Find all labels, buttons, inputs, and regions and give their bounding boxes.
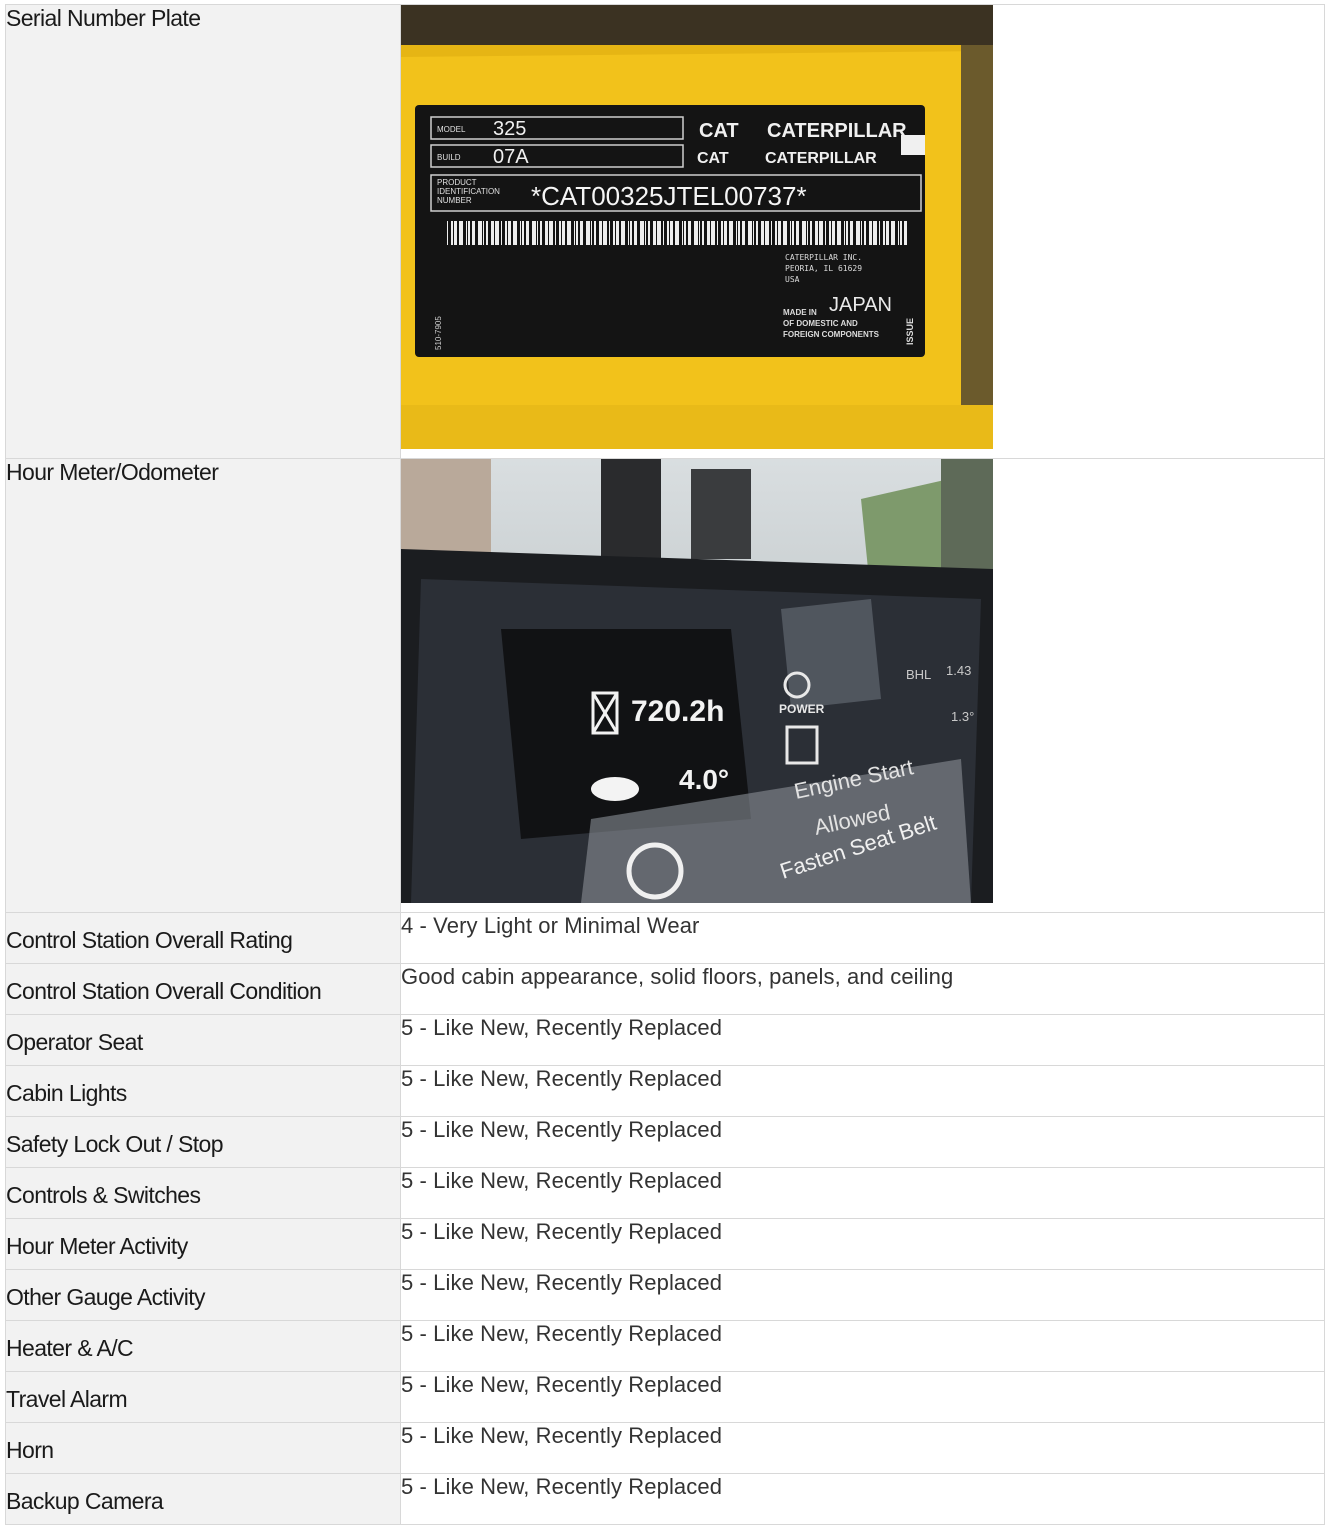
row-label: Operator Seat (5, 1014, 401, 1066)
svg-text:PRODUCT: PRODUCT (437, 178, 477, 187)
row-label: Backup Camera (5, 1473, 401, 1525)
inspection-table: Serial Number Plate MODEL 325 BUILD 07A (5, 4, 1325, 1525)
svg-text:IDENTIFICATION: IDENTIFICATION (437, 187, 500, 196)
row-value: 5 - Like New, Recently Replaced (400, 1422, 1325, 1474)
svg-text:07A: 07A (493, 146, 529, 168)
table-row: Control Station Overall Condition Good c… (5, 963, 1325, 1015)
svg-text:510-7905: 510-7905 (434, 316, 443, 350)
row-label: Travel Alarm (5, 1371, 401, 1423)
image-cell: MODEL 325 BUILD 07A CAT CAT CATERPILLAR … (400, 4, 1325, 459)
table-row: Horn 5 - Like New, Recently Replaced (5, 1422, 1325, 1474)
row-label: Controls & Switches (5, 1167, 401, 1219)
svg-text:CATERPILLAR: CATERPILLAR (767, 120, 907, 142)
svg-text:POWER: POWER (779, 702, 825, 716)
row-value: 5 - Like New, Recently Replaced (400, 1014, 1325, 1066)
row-value: 5 - Like New, Recently Replaced (400, 1116, 1325, 1168)
row-value: 5 - Like New, Recently Replaced (400, 1473, 1325, 1525)
svg-text:BHL: BHL (906, 667, 931, 682)
table-row: Heater & A/C 5 - Like New, Recently Repl… (5, 1320, 1325, 1372)
table-row: Safety Lock Out / Stop 5 - Like New, Rec… (5, 1116, 1325, 1168)
svg-text:PEORIA, IL 61629: PEORIA, IL 61629 (785, 264, 862, 273)
row-label: Control Station Overall Condition (5, 963, 401, 1015)
row-label: Serial Number Plate (5, 4, 401, 459)
row-label: Hour Meter/Odometer (5, 458, 401, 913)
svg-text:JAPAN: JAPAN (829, 294, 892, 316)
row-label: Control Station Overall Rating (5, 912, 401, 964)
row-label: Other Gauge Activity (5, 1269, 401, 1321)
table-row: Travel Alarm 5 - Like New, Recently Repl… (5, 1371, 1325, 1423)
row-label: Safety Lock Out / Stop (5, 1116, 401, 1168)
svg-text:OF DOMESTIC AND: OF DOMESTIC AND (783, 319, 858, 328)
hour-meter-photo[interactable]: 720.2h 4.0° POWER BHL 1.43 1.3° Engine S… (401, 459, 993, 903)
table-row: Controls & Switches 5 - Like New, Recent… (5, 1167, 1325, 1219)
svg-text:MADE IN: MADE IN (783, 308, 817, 317)
svg-text:720.2h: 720.2h (631, 695, 724, 728)
row-value: 5 - Like New, Recently Replaced (400, 1371, 1325, 1423)
svg-text:1.43: 1.43 (946, 663, 971, 678)
table-row: Control Station Overall Rating 4 - Very … (5, 912, 1325, 964)
svg-text:BUILD: BUILD (437, 153, 461, 162)
row-label: Hour Meter Activity (5, 1218, 401, 1270)
table-row: Other Gauge Activity 5 - Like New, Recen… (5, 1269, 1325, 1321)
svg-text:USA: USA (785, 275, 800, 284)
svg-text:MODEL: MODEL (437, 125, 466, 134)
table-row: Backup Camera 5 - Like New, Recently Rep… (5, 1473, 1325, 1525)
table-row: Hour Meter Activity 5 - Like New, Recent… (5, 1218, 1325, 1270)
svg-text:1.3°: 1.3° (951, 709, 974, 724)
row-value: 5 - Like New, Recently Replaced (400, 1218, 1325, 1270)
svg-text:4.0°: 4.0° (679, 764, 729, 795)
table-row: Cabin Lights 5 - Like New, Recently Repl… (5, 1065, 1325, 1117)
svg-text:*CAT00325JTEL00737*: *CAT00325JTEL00737* (531, 181, 807, 211)
svg-text:ISSUE: ISSUE (905, 318, 915, 345)
table-row: Operator Seat 5 - Like New, Recently Rep… (5, 1014, 1325, 1066)
row-value: 5 - Like New, Recently Replaced (400, 1167, 1325, 1219)
image-cell: 720.2h 4.0° POWER BHL 1.43 1.3° Engine S… (400, 458, 1325, 913)
row-label: Horn (5, 1422, 401, 1474)
svg-text:CAT: CAT (699, 120, 739, 142)
row-value: 5 - Like New, Recently Replaced (400, 1065, 1325, 1117)
row-label: Cabin Lights (5, 1065, 401, 1117)
svg-text:CATERPILLAR: CATERPILLAR (765, 150, 877, 167)
svg-text:CATERPILLAR INC.: CATERPILLAR INC. (785, 253, 862, 262)
serial-number-plate-photo[interactable]: MODEL 325 BUILD 07A CAT CAT CATERPILLAR … (401, 5, 993, 449)
table-row: Hour Meter/Odometer 720.2h 4.0° POWER BH… (5, 458, 1325, 913)
row-value: 5 - Like New, Recently Replaced (400, 1269, 1325, 1321)
svg-text:FOREIGN COMPONENTS: FOREIGN COMPONENTS (783, 330, 880, 339)
table-row: Serial Number Plate MODEL 325 BUILD 07A (5, 4, 1325, 459)
row-value: 4 - Very Light or Minimal Wear (400, 912, 1325, 964)
row-value: 5 - Like New, Recently Replaced (400, 1320, 1325, 1372)
svg-text:NUMBER: NUMBER (437, 196, 472, 205)
row-value: Good cabin appearance, solid floors, pan… (400, 963, 1325, 1015)
svg-text:325: 325 (493, 118, 526, 140)
svg-text:CAT: CAT (697, 150, 729, 167)
row-label: Heater & A/C (5, 1320, 401, 1372)
